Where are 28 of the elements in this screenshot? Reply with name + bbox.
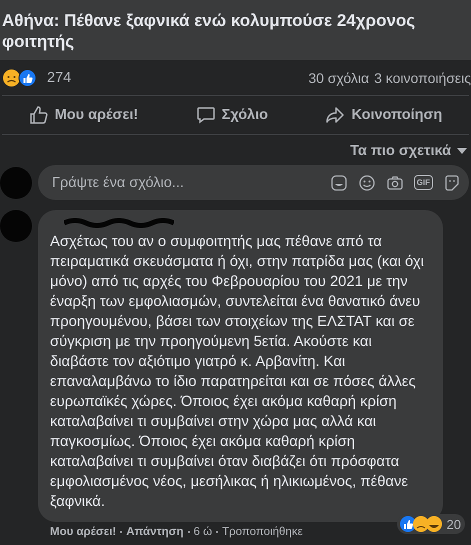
camera-icon[interactable]: [386, 174, 404, 192]
sticker-icon[interactable]: [330, 174, 348, 192]
separator-dot: [120, 531, 122, 533]
comment-action-link[interactable]: Μου αρέσει!: [50, 526, 116, 538]
share-count[interactable]: 3 κοινοποιήσεις: [374, 70, 471, 86]
comment-button[interactable]: Σχόλιο: [186, 101, 278, 129]
like-button[interactable]: Μου αρέσει!: [18, 101, 148, 129]
gif-button[interactable]: GIF: [414, 175, 433, 190]
reaction-icons: [398, 515, 443, 533]
emoji-icon[interactable]: [358, 174, 376, 192]
comment-meta: 6 ώ: [194, 526, 212, 538]
comment-reactions[interactable]: 20: [396, 514, 465, 534]
comment-action-link[interactable]: Απάντηση: [126, 526, 184, 538]
share-button[interactable]: Κοινοποίηση: [315, 101, 452, 129]
comment-meta: Τροποποιήθηκε: [222, 526, 303, 538]
sticker-face-icon[interactable]: [443, 174, 461, 192]
comment-field[interactable]: Γράψτε ένα σχόλιο... GIF: [38, 165, 469, 200]
separator-dot: [188, 531, 190, 533]
comment-text: Ασχέτως του αν ο συμφοιτητής μας πέθανε από τα πειραματικά σκευάσματα ή όχι, στην πατρίδα μας (και όχι μόνο) από τις αρχές του Φεβρουαρίου του 2021 με την έναρξη των εμφολιασμών, συντελείται ένα θανατικό άνευ προηγουμένου, βάσει των στοιχείων της ΕΛΣΤΑΤ και σε σύγκριση με την προηγούμενη 5ετία. Ακούστε και διαβάστε τον αξιότιμο γιατρό κ. Αρβανίτη. Και επαναλαμβάνω το ίδιο παρατηρείται και σε πόσες άλλες ευρωπαϊκές χώρες. Όποιος έχει ακόμα καθαρή κρίση καταλαβαίνει τι συμβαίνει στην χώρα μας αλλά και παγκοσμίως. Όποιος έχει ακόμα καθαρή κρίση καταλαβαίνει τι συμβαίνει όταν διαβάζει ότι πρόσφατα εμφολιασμένος νέος, μεσήλικας ή ηλικιωμένος, πέθανε ξαφνικά.: [50, 233, 425, 512]
comment-count[interactable]: 30 σχόλια: [308, 70, 370, 86]
thumbs-up-icon: [28, 105, 49, 125]
share-arrow-icon: [325, 105, 346, 125]
separator-dot: [216, 531, 218, 533]
reaction-count[interactable]: 274: [47, 70, 72, 86]
sort-dropdown[interactable]: Τα πιο σχετικά: [350, 143, 467, 159]
speech-bubble-icon: [196, 105, 216, 125]
caret-icon: [457, 148, 467, 154]
post-title[interactable]: Αθήνα: Πέθανε ξαφνικά ενώ κολυμπούσε 24χρονος φοιτητής: [2, 10, 467, 52]
